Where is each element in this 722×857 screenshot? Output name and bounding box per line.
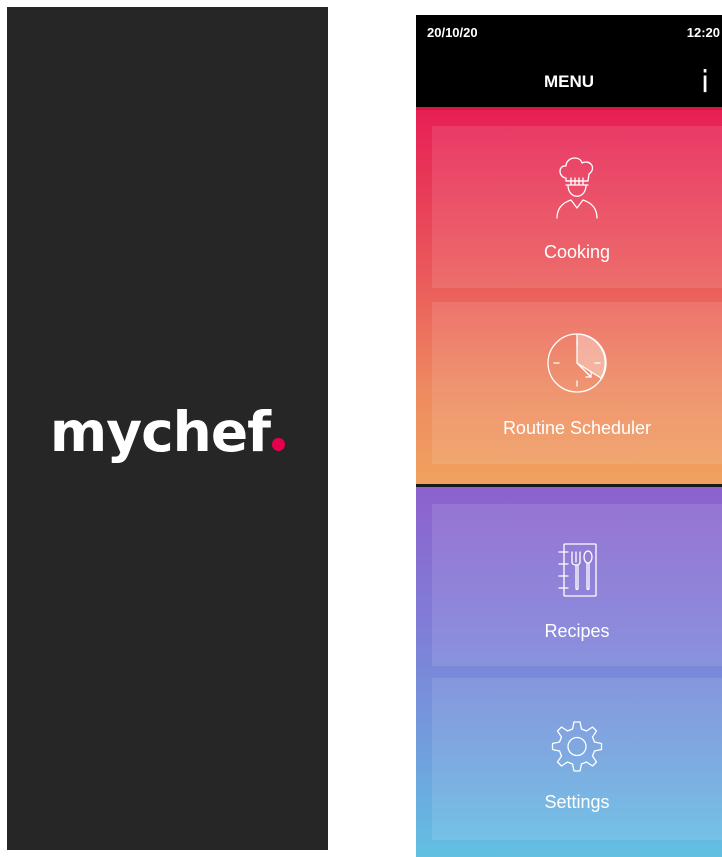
status-bar: 20/10/20 12:20	[416, 15, 722, 55]
menu-tile-settings[interactable]: Settings	[432, 678, 722, 840]
splash-screen: mychef	[7, 7, 328, 850]
info-button[interactable]: i	[696, 63, 714, 103]
page-title: MENU	[543, 72, 595, 91]
device-screen: 20/10/20 12:20 MENU i Cooking Routine Sc…	[416, 15, 722, 857]
menu-header: MENU i	[416, 55, 722, 107]
menu-tile-cooking[interactable]: Cooking	[432, 126, 722, 288]
status-date: 20/10/20	[427, 25, 478, 40]
menu-group-recipes: Recipes Settings	[416, 487, 722, 857]
menu-tile-routine-scheduler[interactable]: Routine Scheduler	[432, 302, 722, 464]
menu-label-routine-scheduler: Routine Scheduler	[502, 418, 652, 438]
status-time: 12:20	[686, 25, 720, 40]
gear-icon	[551, 721, 603, 772]
menu-tile-recipes[interactable]: Recipes	[432, 504, 722, 666]
menu-label-settings: Settings	[544, 792, 610, 812]
mychef-logo: mychef	[7, 400, 328, 464]
logo-text: mychef	[49, 400, 271, 464]
info-icon: i	[700, 65, 710, 100]
chef-icon	[556, 157, 598, 219]
menu-label-cooking: Cooking	[543, 242, 611, 262]
clock-icon	[547, 333, 607, 393]
menu-label-recipes: Recipes	[544, 621, 610, 641]
recipe-book-icon	[558, 543, 597, 597]
menu-group-cooking: Cooking Routine Scheduler	[416, 110, 722, 484]
logo-dot	[272, 438, 286, 451]
